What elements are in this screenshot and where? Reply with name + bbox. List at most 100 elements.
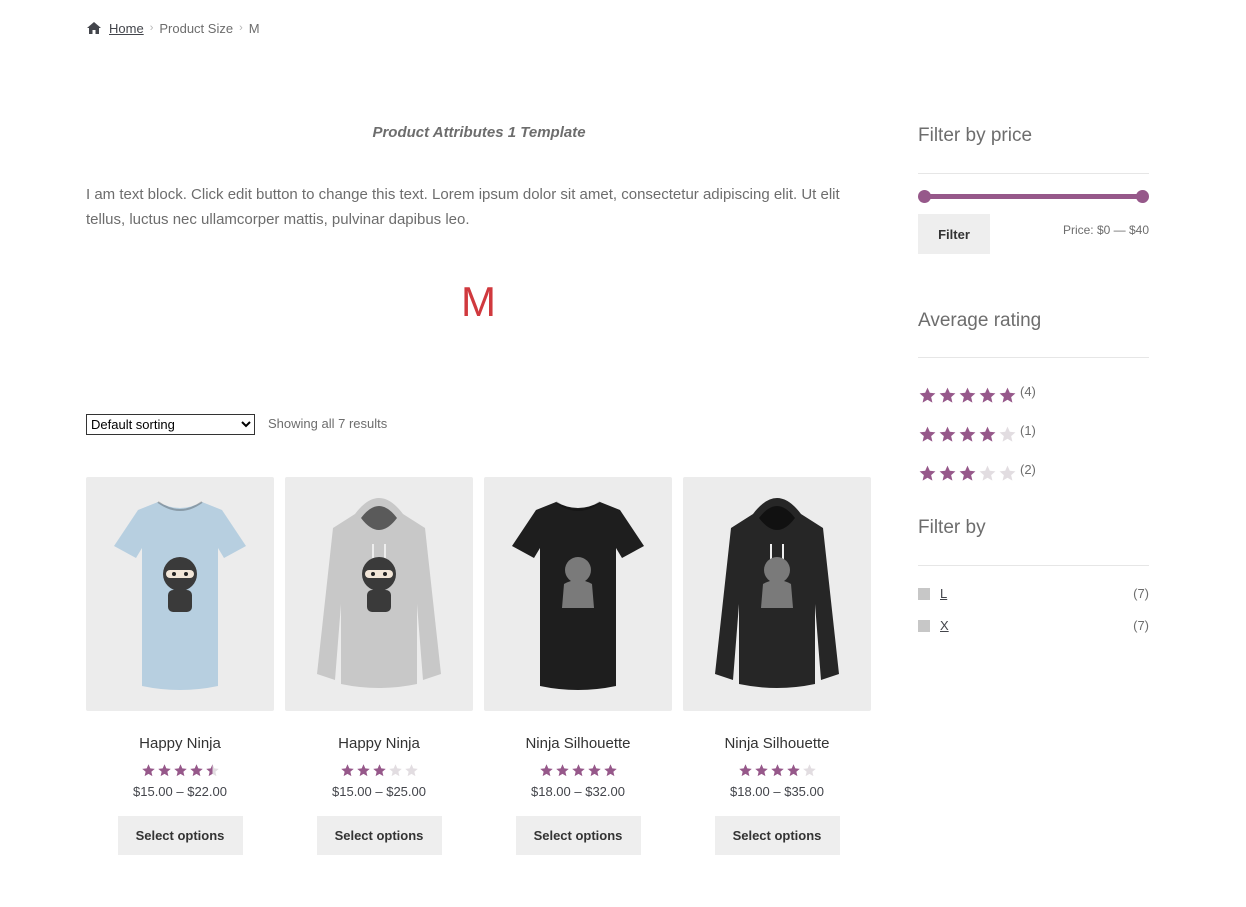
star-icon <box>978 386 997 405</box>
breadcrumb-separator: › <box>239 22 243 34</box>
star-icon <box>173 763 188 778</box>
star-icon <box>978 464 997 483</box>
product-rating <box>340 763 419 778</box>
star-icon <box>539 763 554 778</box>
star-icon <box>918 464 937 483</box>
breadcrumb-current: M <box>248 20 260 36</box>
price-slider-max-handle[interactable] <box>1136 190 1149 203</box>
star-icon <box>388 763 403 778</box>
price-slider-track[interactable] <box>924 194 1142 199</box>
product-grid: Happy Ninja $15.00 – $22.00 Select optio… <box>86 477 872 855</box>
star-icon <box>157 763 172 778</box>
text-block: I am text block. Click edit button to ch… <box>86 186 840 228</box>
star-icon <box>205 763 220 778</box>
rating-filter-item[interactable]: (4) <box>918 378 1036 405</box>
product-card: Ninja Silhouette $18.00 – $32.00 Select … <box>484 477 672 855</box>
star-icon <box>938 425 957 444</box>
star-icon <box>770 763 785 778</box>
star-icon <box>918 425 937 444</box>
attribute-filter-count: (7) <box>1133 586 1149 601</box>
product-card: Happy Ninja $15.00 – $25.00 Select optio… <box>285 477 473 855</box>
checkbox-icon[interactable] <box>918 587 930 600</box>
rating-filter-stars <box>918 386 1017 405</box>
star-icon <box>998 386 1017 405</box>
divider <box>918 357 1149 358</box>
product-image[interactable] <box>484 477 672 711</box>
divider <box>918 565 1149 566</box>
product-rating <box>539 763 618 778</box>
product-title[interactable]: Ninja Silhouette <box>724 735 829 755</box>
price-slider-min-handle[interactable] <box>918 190 931 203</box>
select-options-button[interactable]: Select options <box>714 816 840 855</box>
attribute-filter-list: L (7) X (7) <box>918 586 1149 650</box>
product-price: $15.00 – $22.00 <box>133 784 227 799</box>
star-icon <box>603 763 618 778</box>
home-icon <box>86 21 102 35</box>
star-icon <box>340 763 355 778</box>
price-range-label: Price: $0 — $40 <box>1062 223 1149 237</box>
sorting-select[interactable]: Default sorting <box>86 414 255 435</box>
product-price: $15.00 – $25.00 <box>332 784 426 799</box>
product-price: $18.00 – $32.00 <box>531 784 625 799</box>
product-card: Happy Ninja $15.00 – $22.00 Select optio… <box>86 477 274 855</box>
rating-filter-stars <box>918 425 1017 444</box>
star-icon <box>998 425 1017 444</box>
star-icon <box>802 763 817 778</box>
rating-count: (2) <box>1020 462 1036 477</box>
product-image[interactable] <box>86 477 274 711</box>
star-icon <box>587 763 602 778</box>
star-icon <box>141 763 156 778</box>
attribute-filter-label[interactable]: X <box>940 618 1133 633</box>
product-title[interactable]: Ninja Silhouette <box>525 735 630 755</box>
result-count: Showing all 7 results <box>268 416 388 431</box>
star-icon <box>938 386 957 405</box>
filter-by-title: Filter by <box>918 517 986 538</box>
breadcrumb-product-size: Product Size <box>159 20 234 36</box>
divider <box>918 173 1149 174</box>
breadcrumb-separator: › <box>149 22 154 34</box>
product-rating <box>141 763 220 778</box>
star-icon <box>958 425 977 444</box>
rating-filter-item[interactable]: (1) <box>918 417 1036 444</box>
star-icon <box>918 386 937 405</box>
product-rating <box>738 763 817 778</box>
attribute-filter-item[interactable]: X (7) <box>918 618 1149 633</box>
star-icon <box>958 386 977 405</box>
rating-filter-stars <box>918 464 1017 483</box>
product-card: Ninja Silhouette $18.00 – $35.00 Select … <box>683 477 871 855</box>
rating-count: (1) <box>1020 423 1036 438</box>
select-options-button[interactable]: Select options <box>316 816 442 855</box>
star-icon <box>978 425 997 444</box>
select-options-button[interactable]: Select options <box>117 816 243 855</box>
select-options-button[interactable]: Select options <box>515 816 641 855</box>
attribute-filter-count: (7) <box>1133 618 1149 633</box>
average-rating-title: Average rating <box>918 310 1042 331</box>
rating-filter-item[interactable]: (2) <box>918 456 1036 483</box>
star-icon <box>958 464 977 483</box>
breadcrumb-home-link[interactable]: Home <box>109 21 144 36</box>
star-icon <box>786 763 801 778</box>
checkbox-icon[interactable] <box>918 619 930 632</box>
attribute-filter-item[interactable]: L (7) <box>918 586 1149 601</box>
rating-count: (4) <box>1020 384 1036 399</box>
filter-by-price-title: Filter by price <box>918 125 1033 146</box>
star-icon <box>571 763 586 778</box>
star-icon <box>754 763 769 778</box>
product-image[interactable] <box>285 477 473 711</box>
star-icon <box>555 763 570 778</box>
product-price: $18.00 – $35.00 <box>730 784 824 799</box>
product-title[interactable]: Happy Ninja <box>139 735 221 755</box>
star-icon <box>372 763 387 778</box>
product-title[interactable]: Happy Ninja <box>338 735 420 755</box>
size-heading: M <box>461 278 497 325</box>
filter-button[interactable]: Filter <box>918 214 990 254</box>
rating-filter-list: (4) (1) (2) <box>918 378 1036 495</box>
star-icon <box>938 464 957 483</box>
breadcrumb: Home › Product Size › M <box>86 19 260 37</box>
star-icon <box>189 763 204 778</box>
product-image[interactable] <box>683 477 871 711</box>
attribute-filter-label[interactable]: L <box>940 586 1133 601</box>
star-icon <box>738 763 753 778</box>
star-icon <box>998 464 1017 483</box>
star-icon <box>356 763 371 778</box>
